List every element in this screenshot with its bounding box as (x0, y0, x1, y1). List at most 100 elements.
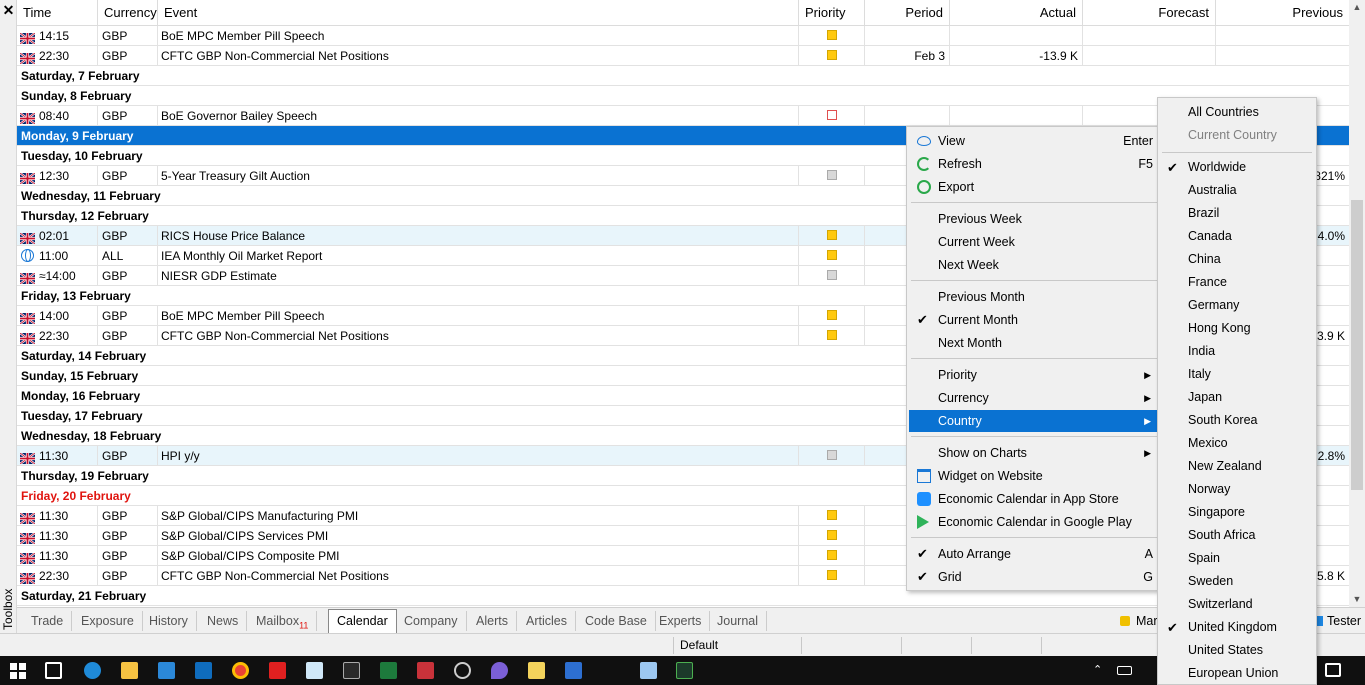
col-actual[interactable]: Actual (950, 0, 1083, 26)
event-time: 11:30 (17, 526, 98, 546)
menu-country[interactable]: Country ▶ (909, 410, 1157, 432)
tab-news[interactable]: News (199, 611, 248, 631)
tab-tester[interactable]: Tester (1313, 611, 1361, 631)
terminal-icon[interactable] (343, 662, 360, 679)
excel-icon[interactable] (380, 662, 397, 679)
country-item-canada[interactable]: Canada (1160, 225, 1316, 248)
country-item-sweden[interactable]: Sweden (1160, 570, 1316, 593)
tab-company[interactable]: Company (396, 611, 467, 631)
chrome-icon[interactable] (232, 662, 249, 679)
menu-next-week[interactable]: Next Week (909, 254, 1157, 276)
notepad-icon[interactable] (306, 662, 323, 679)
menu-current-week[interactable]: Current Week (909, 231, 1157, 253)
menu-previous-week[interactable]: Previous Week (909, 208, 1157, 230)
app-red-icon[interactable] (269, 662, 286, 679)
menu-grid[interactable]: ✔ Grid G (909, 566, 1157, 588)
app-icon-2[interactable] (417, 662, 434, 679)
tab-code-base[interactable]: Code Base (577, 611, 656, 631)
country-item-singapore[interactable]: Singapore (1160, 501, 1316, 524)
col-period[interactable]: Period (865, 0, 950, 26)
tab-journal[interactable]: Journal (709, 611, 767, 631)
country-item-norway[interactable]: Norway (1160, 478, 1316, 501)
col-currency[interactable]: Currency (98, 0, 158, 26)
metatrader-icon[interactable] (676, 662, 693, 679)
tab-trade[interactable]: Trade (23, 611, 73, 631)
country-item-japan[interactable]: Japan (1160, 386, 1316, 409)
country-item-india[interactable]: India (1160, 340, 1316, 363)
country-item-france[interactable]: France (1160, 271, 1316, 294)
notification-icon[interactable] (1325, 663, 1341, 677)
table-row[interactable]: 22:30 GBP CFTC GBP Non-Commercial Net Posi… (17, 46, 1349, 66)
menu-next-month[interactable]: Next Month (909, 332, 1157, 354)
col-forecast[interactable]: Forecast (1083, 0, 1216, 26)
windows-start-icon[interactable] (10, 663, 26, 679)
menu-currency[interactable]: Currency ▶ (909, 387, 1157, 409)
table-row[interactable]: 14:15 GBP BoE MPC Member Pill Speech (17, 26, 1349, 46)
tab-exposure[interactable]: Exposure (73, 611, 143, 631)
app-window-icon[interactable] (640, 662, 657, 679)
store-icon[interactable] (158, 662, 175, 679)
country-item-south-korea[interactable]: South Korea (1160, 409, 1316, 432)
day-header-row[interactable]: Saturday, 7 February (17, 66, 1349, 86)
menu-priority[interactable]: Priority ▶ (909, 364, 1157, 386)
country-item-germany[interactable]: Germany (1160, 294, 1316, 317)
event-time-text: 22:30 (39, 569, 70, 583)
tab-alerts[interactable]: Alerts (468, 611, 517, 631)
country-item-new-zealand[interactable]: New Zealand (1160, 455, 1316, 478)
country-item-european-union[interactable]: European Union (1160, 662, 1316, 685)
day-header-row[interactable]: Sunday, 8 February (17, 86, 1349, 106)
tab-calendar[interactable]: Calendar (328, 609, 397, 633)
country-item-australia[interactable]: Australia (1160, 179, 1316, 202)
country-item-china[interactable]: China (1160, 248, 1316, 271)
edge-icon[interactable] (84, 662, 101, 679)
country-item-brazil[interactable]: Brazil (1160, 202, 1316, 225)
col-time[interactable]: Time (17, 0, 98, 26)
task-view-icon[interactable] (45, 662, 62, 679)
scroll-up-icon[interactable]: ▲ (1349, 0, 1365, 14)
event-currency: GBP (98, 46, 158, 66)
col-event[interactable]: Event (158, 0, 799, 26)
menu-view[interactable]: View Enter (909, 130, 1157, 152)
event-currency: GBP (98, 526, 158, 546)
country-item-hong-kong[interactable]: Hong Kong (1160, 317, 1316, 340)
close-icon[interactable]: ✕ (2, 3, 15, 17)
menu-show-on-charts[interactable]: Show on Charts ▶ (909, 442, 1157, 464)
tab-market[interactable]: Mar (1120, 611, 1158, 631)
menu-auto-arrange[interactable]: ✔ Auto Arrange A (909, 543, 1157, 565)
col-previous[interactable]: Previous (1216, 0, 1349, 26)
chevron-up-icon[interactable]: ⌃ (1093, 665, 1105, 676)
country-item-united-states[interactable]: United States (1160, 639, 1316, 662)
menu-widget[interactable]: Widget on Website (909, 465, 1157, 487)
tab-experts[interactable]: Experts (651, 611, 711, 631)
country-item-spain[interactable]: Spain (1160, 547, 1316, 570)
country-item-all-countries[interactable]: All Countries (1160, 101, 1316, 124)
col-priority[interactable]: Priority (799, 0, 865, 26)
tab-articles[interactable]: Articles (518, 611, 576, 631)
country-item-mexico[interactable]: Mexico (1160, 432, 1316, 455)
tab-history[interactable]: History (141, 611, 197, 631)
scroll-down-icon[interactable]: ▼ (1349, 592, 1365, 606)
app-purple-icon[interactable] (491, 662, 508, 679)
country-item-united-kingdom[interactable]: ✔ United Kingdom (1160, 616, 1316, 639)
menu-app-store[interactable]: Economic Calendar in App Store (909, 488, 1157, 510)
uk-flag-icon (19, 170, 36, 185)
country-item-south-africa[interactable]: South Africa (1160, 524, 1316, 547)
country-item-worldwide[interactable]: ✔ Worldwide (1160, 156, 1316, 179)
menu-current-month[interactable]: ✔ Current Month (909, 309, 1157, 331)
obs-icon[interactable] (454, 662, 471, 679)
table-row[interactable]: 08:40 GBP BoE Governor Bailey Speech (17, 106, 1349, 126)
menu-refresh[interactable]: Refresh F5 (909, 153, 1157, 175)
menu-export[interactable]: Export (909, 176, 1157, 198)
menu-google-play[interactable]: Economic Calendar in Google Play (909, 511, 1157, 533)
tab-mailbox[interactable]: Mailbox11 (248, 611, 318, 631)
menu-previous-month[interactable]: Previous Month (909, 286, 1157, 308)
notes-icon[interactable] (528, 662, 545, 679)
scroll-thumb[interactable] (1351, 200, 1363, 490)
file-explorer-icon[interactable] (121, 662, 138, 679)
vertical-scrollbar[interactable]: ▲ ▼ (1349, 0, 1365, 607)
country-item-switzerland[interactable]: Switzerland (1160, 593, 1316, 616)
outlook-icon[interactable] (195, 662, 212, 679)
country-item-italy[interactable]: Italy (1160, 363, 1316, 386)
app-blue-icon[interactable] (565, 662, 582, 679)
battery-icon[interactable] (1117, 666, 1132, 675)
